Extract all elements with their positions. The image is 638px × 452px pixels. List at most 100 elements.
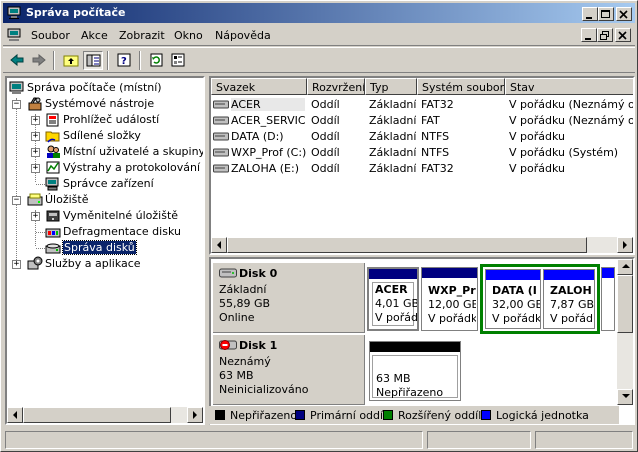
table-row[interactable]: ACER_SERVIC Oddíl Základní FAT V pořádku… — [211, 112, 635, 128]
console-tree-icon — [86, 54, 101, 67]
forward-button[interactable] — [29, 51, 49, 70]
scroll-down-button[interactable] — [617, 389, 633, 405]
mdi-restore-button[interactable] — [597, 28, 613, 42]
tools-icon — [28, 97, 42, 111]
menu-napoveda[interactable]: Nápověda — [215, 29, 271, 42]
legend-label: Rozšířený oddíl — [398, 409, 482, 422]
arrow-right-icon — [193, 411, 197, 419]
defrag-icon — [45, 228, 61, 238]
scroll-thumb[interactable] — [227, 237, 587, 253]
cell-layout: Oddíl — [311, 114, 340, 127]
cell-type: Základní — [369, 98, 417, 111]
close-button[interactable] — [616, 7, 632, 21]
legend-label: Primární oddíl — [310, 409, 387, 422]
toolbar-separator — [107, 51, 109, 70]
menu-zobrazit[interactable]: Zobrazit — [119, 29, 165, 42]
partition-data[interactable]: DATA (I 32,00 GB V pořádku — [485, 269, 541, 329]
partition-zaloha[interactable]: ZALOH 7,87 GB V pořád — [543, 269, 595, 329]
up-one-level-button[interactable] — [61, 51, 81, 70]
tree-expander[interactable]: + — [31, 148, 40, 157]
partition-bar — [370, 342, 460, 352]
title-bar[interactable]: Správa počítače — [3, 3, 635, 23]
show-hide-tree-button[interactable] — [83, 51, 103, 70]
cell-status: V pořádku (Systém) — [509, 146, 619, 159]
column-header-rozvrzeni[interactable]: Rozvržení — [307, 78, 365, 95]
table-row[interactable]: ZALOHA (E:) Oddíl Základní FAT32 V pořád… — [211, 160, 633, 176]
help-button[interactable]: ? — [115, 51, 135, 70]
restore-icon — [600, 31, 609, 40]
partition-bar — [602, 268, 614, 278]
menu-akce[interactable]: Akce — [81, 29, 108, 42]
tree-expander[interactable]: + — [12, 260, 21, 269]
computer-management-icon — [7, 6, 21, 19]
scroll-left-button[interactable] — [211, 237, 227, 253]
table-row[interactable]: WXP_Prof (C:) Oddíl Základní NTFS V pořá… — [211, 144, 633, 160]
tree-expander[interactable]: + — [31, 132, 40, 141]
legend-label: Logická jednotka — [496, 409, 589, 422]
disk-0-label[interactable]: Disk 0 Základní 55,89 GB Online — [213, 263, 365, 333]
column-header-fs[interactable]: Systém souborů — [417, 78, 505, 95]
cell-volume: DATA (D:) — [231, 130, 284, 143]
disk-view-vertical-scrollbar[interactable] — [617, 259, 633, 405]
column-header-stav[interactable]: Stav — [505, 78, 633, 95]
partition-acer[interactable]: ACER 4,01 GB V pořád — [367, 267, 419, 331]
minimize-button[interactable] — [582, 7, 598, 21]
tree-expander[interactable]: − — [12, 196, 21, 205]
computer-management-icon — [9, 81, 24, 94]
maximize-icon — [601, 10, 610, 18]
scroll-thumb[interactable] — [23, 407, 171, 423]
partition-bar — [422, 268, 477, 278]
window-title: Správa počítače — [26, 6, 126, 19]
partition-remaining[interactable] — [601, 267, 615, 331]
tree-line — [16, 98, 17, 264]
disk-1-label[interactable]: Disk 1 Neznámý 63 MB Neinicializováno — [213, 335, 365, 405]
tree-line — [36, 232, 45, 233]
services-icon — [27, 256, 43, 270]
event-viewer-icon — [46, 113, 59, 127]
cell-volume: ZALOHA (E:) — [231, 162, 299, 175]
cell-layout: Oddíl — [311, 162, 340, 175]
cell-status: V pořádku — [509, 130, 565, 143]
disk-management-icon — [45, 243, 61, 254]
unknown-disk-icon — [219, 340, 237, 350]
console-window-icon[interactable] — [7, 28, 22, 42]
table-row[interactable]: DATA (D:) Oddíl Základní NTFS V pořádku — [211, 128, 633, 144]
device-manager-icon — [45, 177, 59, 191]
tree-expander[interactable]: + — [31, 164, 40, 173]
back-button[interactable] — [7, 51, 27, 70]
tree-horizontal-scrollbar[interactable] — [7, 407, 203, 423]
tree-expander[interactable]: + — [31, 212, 40, 221]
mdi-minimize-button[interactable] — [581, 28, 597, 42]
partition-wxp[interactable]: WXP_Pr 12,00 GB V pořádku — [421, 267, 478, 331]
users-icon — [47, 145, 60, 158]
console-tree: Správa počítače (místní) − Systémové nás… — [5, 76, 205, 425]
properties-button[interactable] — [169, 51, 189, 70]
column-header-typ[interactable]: Typ — [365, 78, 417, 95]
cell-status: V pořádku (Neznámý oddíl — [509, 114, 635, 127]
arrow-right-icon — [32, 53, 46, 67]
scroll-right-button[interactable] — [617, 237, 633, 253]
cell-fs: FAT32 — [421, 162, 454, 175]
column-header-svazek[interactable]: Svazek — [211, 78, 307, 95]
arrow-up-icon — [622, 264, 630, 268]
scroll-thumb[interactable] — [617, 275, 633, 333]
legend: Nepřiřazeno Primární oddíl Rozšířený odd… — [209, 406, 619, 424]
maximize-button[interactable] — [598, 7, 614, 21]
volume-list-horizontal-scrollbar[interactable] — [211, 237, 633, 253]
refresh-button[interactable] — [147, 51, 167, 70]
scroll-left-button[interactable] — [7, 407, 23, 423]
arrow-down-icon — [622, 394, 630, 398]
cell-volume: ACER — [231, 98, 305, 111]
mdi-close-button[interactable] — [615, 28, 631, 42]
scroll-right-button[interactable] — [187, 407, 203, 423]
tree-expander[interactable]: + — [31, 116, 40, 125]
menu-okno[interactable]: Okno — [174, 29, 203, 42]
scroll-up-button[interactable] — [617, 259, 633, 275]
tree-expander[interactable]: − — [12, 100, 21, 109]
partition-unallocated[interactable]: 63 MB Nepřiřazeno — [369, 341, 461, 401]
toolbar-separator — [139, 51, 141, 70]
volume-list: Svazek Rozvržení Typ Systém souborů Stav… — [209, 76, 635, 255]
menu-soubor[interactable]: Soubor — [31, 29, 70, 42]
table-row[interactable]: ACER Oddíl Základní FAT32 V pořádku (Nez… — [211, 96, 633, 112]
cell-fs: NTFS — [421, 146, 450, 159]
